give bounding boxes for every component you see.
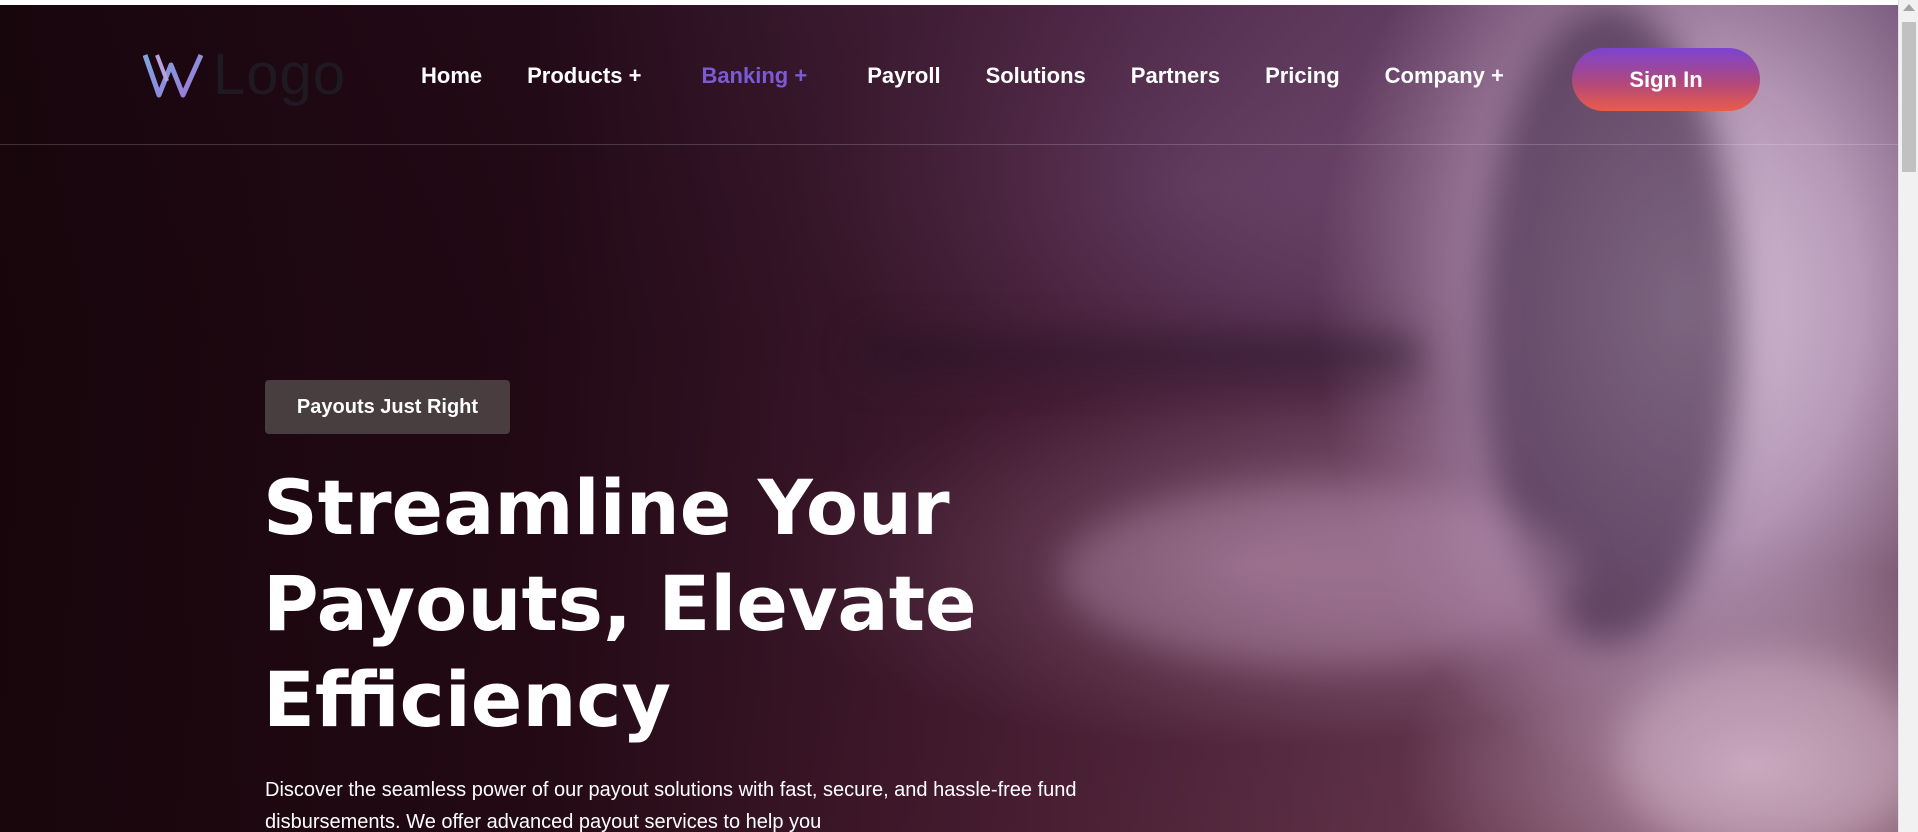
nav-item-partners[interactable]: Partners bbox=[1131, 63, 1220, 89]
nav-item-home[interactable]: Home bbox=[421, 63, 482, 89]
hero-headline: Streamline Your Payouts, Elevate Efficie… bbox=[263, 460, 1163, 748]
hero-badge: Payouts Just Right bbox=[265, 380, 510, 434]
nav-item-company[interactable]: Company + bbox=[1385, 63, 1504, 89]
logo[interactable]: Logo bbox=[143, 45, 346, 105]
background-shape bbox=[860, 335, 1420, 375]
hero-description: Discover the seamless power of our payou… bbox=[265, 779, 1077, 832]
nav-item-payroll[interactable]: Payroll bbox=[867, 63, 940, 89]
hero-section: Logo Home Products + Banking + Payroll S… bbox=[0, 5, 1898, 832]
headline-line: Streamline Your bbox=[263, 463, 950, 552]
w-monogram-icon bbox=[143, 51, 205, 99]
nav-item-products[interactable]: Products + bbox=[527, 63, 641, 89]
main-nav: Home Products + Banking + Payroll Soluti… bbox=[421, 63, 1504, 89]
logo-text: Logo bbox=[213, 42, 347, 107]
nav-item-pricing[interactable]: Pricing bbox=[1265, 63, 1340, 89]
nav-item-banking[interactable]: Banking + bbox=[701, 63, 807, 89]
headline-line: Efficiency bbox=[263, 655, 672, 744]
scroll-up-arrow-icon[interactable] bbox=[1903, 4, 1915, 11]
headline-line: Payouts, Elevate bbox=[263, 559, 977, 648]
site-header: Logo Home Products + Banking + Payroll S… bbox=[0, 5, 1898, 145]
nav-item-solutions[interactable]: Solutions bbox=[986, 63, 1086, 89]
scrollbar-thumb[interactable] bbox=[1902, 22, 1916, 172]
background-shape bbox=[1620, 655, 1898, 832]
sign-in-button[interactable]: Sign In bbox=[1572, 48, 1760, 111]
page-scrollbar[interactable] bbox=[1898, 0, 1918, 832]
